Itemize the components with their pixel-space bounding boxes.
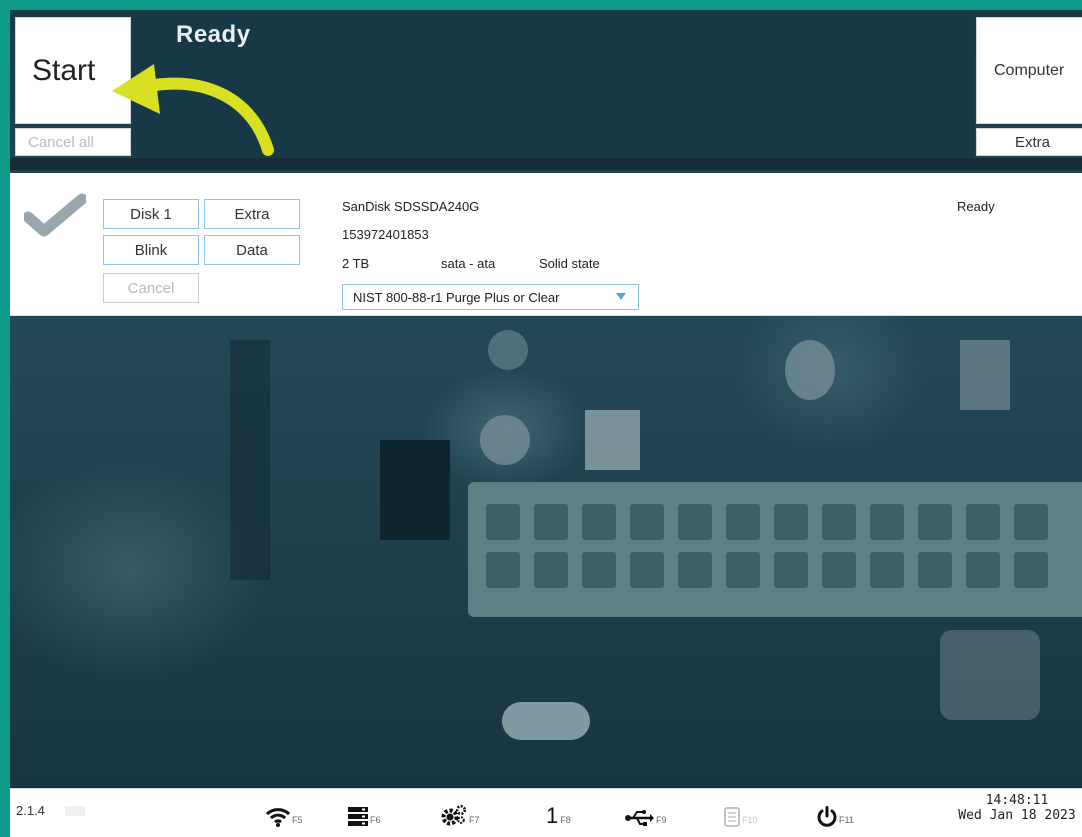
background-connector-pin: [966, 504, 1000, 540]
background-connector-pin: [678, 504, 712, 540]
settings-key: F7: [469, 815, 480, 825]
background-connector-pin: [1014, 504, 1048, 540]
background-connector-pin: [870, 504, 904, 540]
background-capacitor: [488, 330, 528, 370]
disk-extra-label: Extra: [234, 205, 270, 223]
disk-capacity: 2 TB: [342, 256, 370, 271]
background-capacitor: [480, 415, 530, 465]
disk-model: SanDisk SDSSDA240G: [342, 199, 480, 214]
disk-type: Solid state: [539, 256, 600, 271]
start-button-label: Start: [32, 53, 96, 87]
settings-button[interactable]: F7: [441, 797, 480, 827]
background-connector-pin: [1014, 552, 1048, 588]
background-connector-pin: [630, 552, 664, 588]
clock-date: Wed Jan 18 2023: [958, 808, 1076, 823]
power-button[interactable]: F11: [817, 797, 854, 827]
extra-top-button[interactable]: Extra: [976, 128, 1082, 156]
document-icon: [724, 807, 740, 827]
background-connector-pin: [582, 504, 616, 540]
background-connector-pin: [486, 552, 520, 588]
background-connector-pin: [774, 552, 808, 588]
disk-panel: Disk 1 Extra Blink Data Cancel SanDisk S…: [10, 173, 1082, 316]
disk-button[interactable]: Disk 1: [103, 199, 199, 229]
background-crystal: [502, 702, 590, 740]
disk-serial: 153972401853: [342, 227, 429, 242]
background-block: [940, 630, 1040, 720]
hint-arrow-icon: [112, 64, 274, 156]
power-key: F11: [839, 815, 854, 825]
background-connector-pin: [918, 552, 952, 588]
background-block: [960, 340, 1010, 410]
wifi-button[interactable]: F5: [266, 797, 303, 827]
background-stripe: [10, 158, 1082, 170]
erase-method-select[interactable]: NIST 800-88-r1 Purge Plus or Clear: [342, 284, 639, 310]
disk-extra-button[interactable]: Extra: [204, 199, 300, 229]
one-key: F8: [560, 815, 571, 825]
disk-cancel-button[interactable]: Cancel: [103, 273, 199, 303]
one-button[interactable]: 1 F8: [546, 797, 571, 827]
blink-button-label: Blink: [134, 241, 168, 259]
version-label: 2.1.4: [16, 803, 45, 818]
global-status: Ready: [176, 21, 251, 48]
background-connector-pin: [630, 504, 664, 540]
version-mark: [65, 806, 85, 816]
background-connector-pin: [870, 552, 904, 588]
clock-time: 14:48:11: [985, 793, 1049, 808]
blink-button[interactable]: Blink: [103, 235, 199, 265]
usb-key: F9: [656, 815, 667, 825]
gears-icon: [441, 805, 467, 826]
background-connector-pin: [582, 552, 616, 588]
disk-cancel-label: Cancel: [127, 279, 175, 297]
document-button[interactable]: F10: [724, 797, 758, 827]
computer-button-label: Computer: [994, 61, 1065, 79]
data-button[interactable]: Data: [204, 235, 300, 265]
document-key: F10: [742, 815, 758, 825]
taskbar: 2.1.4 F5 F6 F7 1 F8 F9 F10 F11 14:48:11 …: [10, 788, 1082, 837]
disk-button-label: Disk 1: [130, 205, 172, 223]
screen: Start Cancel all Ready Computer Extra Di…: [10, 10, 1082, 837]
background-connector-pin: [678, 552, 712, 588]
background-capacitor: [785, 340, 835, 400]
background-chip: [230, 340, 270, 580]
disk-status: Ready: [957, 199, 995, 214]
background-chip: [585, 410, 640, 470]
extra-top-label: Extra: [1015, 133, 1051, 151]
checkmark-icon[interactable]: [24, 193, 86, 239]
wifi-icon: [266, 808, 290, 827]
power-icon: [817, 806, 837, 827]
background-connector-pin: [774, 504, 808, 540]
background-connector-pin: [822, 552, 856, 588]
disk-interface: sata - ata: [441, 256, 496, 271]
chevron-down-icon: [616, 293, 626, 300]
background-connector-pin: [726, 504, 760, 540]
background-chip: [380, 440, 450, 540]
server-key: F6: [370, 815, 381, 825]
usb-button[interactable]: F9: [624, 797, 667, 827]
background-connector-pin: [726, 552, 760, 588]
cancel-all-label: Cancel all: [28, 133, 94, 151]
usb-icon: [625, 810, 654, 826]
background-connector-pin: [822, 504, 856, 540]
server-button[interactable]: F6: [348, 797, 381, 827]
server-icon: [348, 807, 368, 826]
clock: 14:48:11 Wed Jan 18 2023: [952, 793, 1082, 823]
background-connector: [468, 482, 1082, 617]
erase-method-value: NIST 800-88-r1 Purge Plus or Clear: [353, 289, 560, 305]
one-icon: 1: [546, 803, 559, 828]
background-connector-pin: [966, 552, 1000, 588]
background-connector-pin: [534, 552, 568, 588]
computer-button[interactable]: Computer: [976, 17, 1082, 124]
background-connector-pin: [486, 504, 520, 540]
wifi-key: F5: [292, 815, 303, 825]
background-connector-pin: [534, 504, 568, 540]
data-button-label: Data: [236, 241, 268, 259]
background-connector-pin: [918, 504, 952, 540]
